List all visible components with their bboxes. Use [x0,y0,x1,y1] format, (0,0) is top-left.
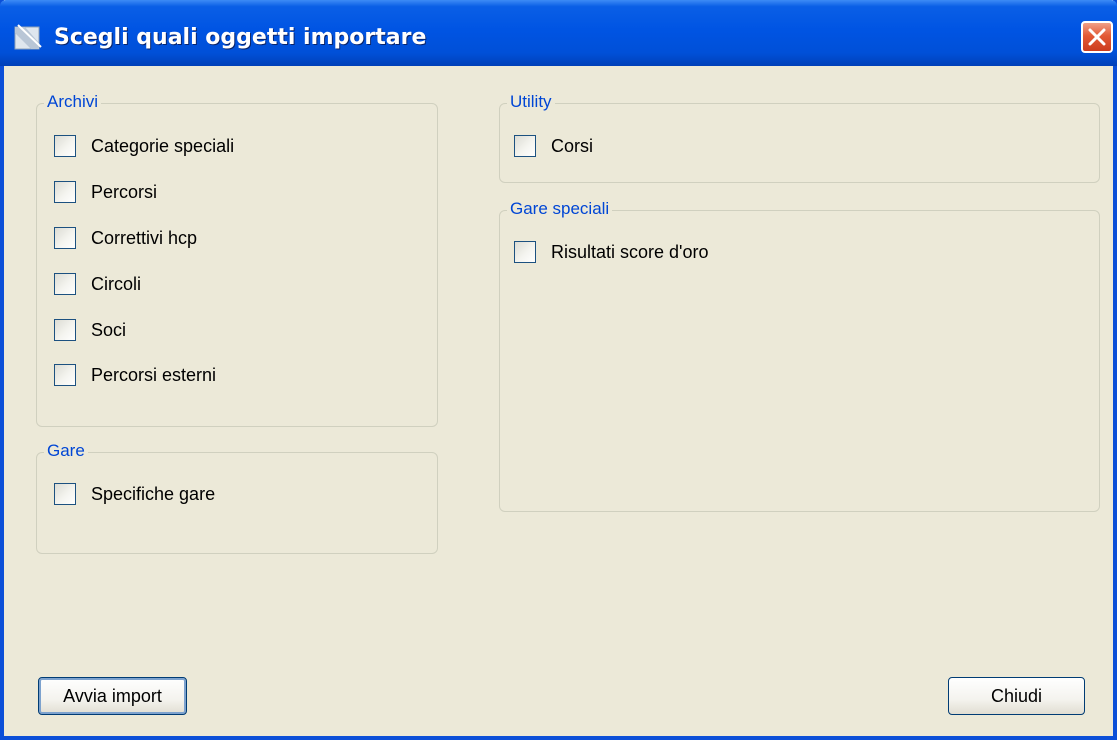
start-import-button[interactable]: Avvia import [38,677,187,715]
option-categorie-speciali[interactable]: Categorie speciali [54,134,234,158]
option-specifiche-gare[interactable]: Specifiche gare [54,482,215,506]
group-title-gare: Gare [44,440,88,462]
checkbox-percorsi-esterni[interactable] [54,364,76,386]
option-label: Corsi [551,136,594,156]
checkbox-percorsi[interactable] [54,181,76,203]
checkbox-categorie-speciali[interactable] [54,135,76,157]
option-label: Percorsi [91,182,158,202]
option-label: Correttivi hcp [91,228,198,248]
import-dialog: Scegli quali oggetti importare Archivi C… [0,0,1117,740]
checkbox-corsi[interactable] [514,135,536,157]
group-title-archivi: Archivi [44,91,102,113]
checkbox-circoli[interactable] [54,273,76,295]
option-label: Risultati score d'oro [551,242,709,262]
app-icon [13,23,43,51]
group-gare-speciali: Gare speciali Risultati score d'oro [499,198,1100,512]
checkbox-soci[interactable] [54,319,76,341]
option-label: Percorsi esterni [91,365,217,385]
option-correttivi-hcp[interactable]: Correttivi hcp [54,226,197,250]
checkbox-correttivi-hcp[interactable] [54,227,76,249]
group-gare: Gare Specifiche gare [36,440,438,554]
group-utility: Utility Corsi [499,91,1100,183]
option-corsi[interactable]: Corsi [514,134,593,158]
option-circoli[interactable]: Circoli [54,272,141,296]
option-label: Categorie speciali [91,136,235,156]
group-archivi: Archivi Categorie speciali Percorsi Corr… [36,91,438,427]
option-label: Soci [91,320,127,340]
option-label: Specifiche gare [91,484,216,504]
window-title: Scegli quali oggetti importare [54,25,427,50]
option-risultati-score-doro[interactable]: Risultati score d'oro [514,240,709,264]
group-title-gare-speciali: Gare speciali [507,198,613,220]
title-bar[interactable]: Scegli quali oggetti importare [0,0,1117,66]
option-soci[interactable]: Soci [54,318,126,342]
group-title-utility: Utility [507,91,555,113]
option-label: Circoli [91,274,142,294]
checkbox-specifiche-gare[interactable] [54,483,76,505]
option-percorsi[interactable]: Percorsi [54,180,157,204]
checkbox-risultati-score-doro[interactable] [514,241,536,263]
close-window-button[interactable] [1081,21,1113,53]
close-button[interactable]: Chiudi [948,677,1085,715]
option-percorsi-esterni[interactable]: Percorsi esterni [54,363,216,387]
